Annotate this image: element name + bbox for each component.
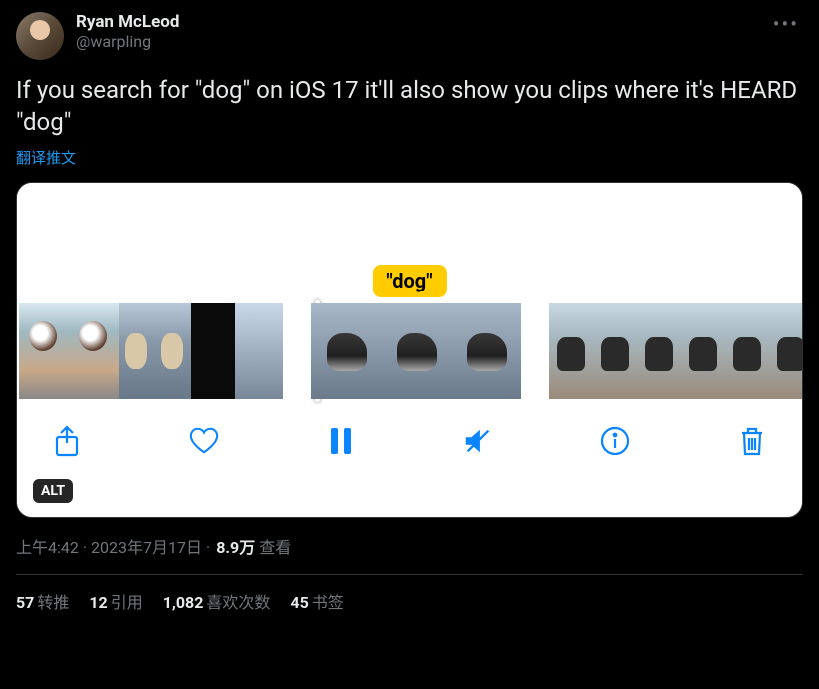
timeline-frame [769,303,803,399]
translate-link[interactable]: 翻译推文 [16,147,803,168]
timeline-frame [637,303,681,399]
media-toolbar [17,399,802,475]
media-preview-area: "dog" [17,183,802,303]
timeline-frame [235,303,283,399]
tweet-stats: 57转推 12引用 1,082喜欢次数 45书签 [16,589,803,613]
handle: @warpling [76,32,757,51]
tweet-header: Ryan McLeod @warpling ••• [16,12,803,60]
timeline-frame [119,303,155,399]
display-name: Ryan McLeod [76,12,757,32]
timeline-frame [725,303,769,399]
timeline-frame [19,303,69,399]
timeline-frame [381,303,451,399]
tweet-text: If you search for "dog" on iOS 17 it'll … [16,74,803,139]
tweet-container: Ryan McLeod @warpling ••• If you search … [0,0,819,625]
timeline-frame [593,303,637,399]
retweets-stat[interactable]: 57转推 [16,589,69,613]
divider [16,574,803,575]
retweets-label: 转推 [37,593,69,612]
avatar[interactable] [16,12,64,60]
tweet-meta: 上午4:42 · 2023年7月17日 · 8.9万 查看 [16,534,803,558]
likes-count: 1,082 [163,593,204,612]
meta-separator: · [206,538,210,557]
trash-icon[interactable] [736,425,768,457]
heart-icon[interactable] [188,425,220,457]
video-timeline [17,303,802,399]
pause-icon[interactable] [325,425,357,457]
more-icon[interactable]: ••• [769,12,803,36]
quotes-stat[interactable]: 12引用 [89,589,142,613]
views-count: 8.9万 [216,534,255,558]
bookmarks-stat[interactable]: 45书签 [290,589,343,613]
author-names[interactable]: Ryan McLeod @warpling [76,12,757,51]
timeline-frame [155,303,191,399]
bookmarks-label: 书签 [312,593,344,612]
info-icon[interactable] [599,425,631,457]
alt-badge[interactable]: ALT [33,479,73,503]
likes-stat[interactable]: 1,082喜欢次数 [163,589,271,613]
timeline-frame [191,303,235,399]
share-icon[interactable] [51,425,83,457]
views-label[interactable]: 查看 [259,534,291,558]
clip-group-1 [19,303,283,399]
timeline-frame [311,303,381,399]
timeline-frame [69,303,119,399]
date-text[interactable]: 2023年7月17日 [91,534,202,558]
time-text[interactable]: 上午4:42 [16,534,79,558]
timeline-frame [549,303,593,399]
bookmarks-count: 45 [290,593,308,612]
timeline-frame [681,303,725,399]
likes-label: 喜欢次数 [206,593,270,612]
mute-icon[interactable] [462,425,494,457]
retweets-count: 57 [16,593,34,612]
clip-group-2 [311,303,521,399]
quotes-count: 12 [89,593,107,612]
clip-group-3 [549,303,803,399]
media-attachment[interactable]: "dog" [16,182,803,518]
quotes-label: 引用 [111,593,143,612]
highlight-marker-icon [419,291,441,297]
timeline-frame [451,303,521,399]
meta-separator: · [83,538,87,557]
